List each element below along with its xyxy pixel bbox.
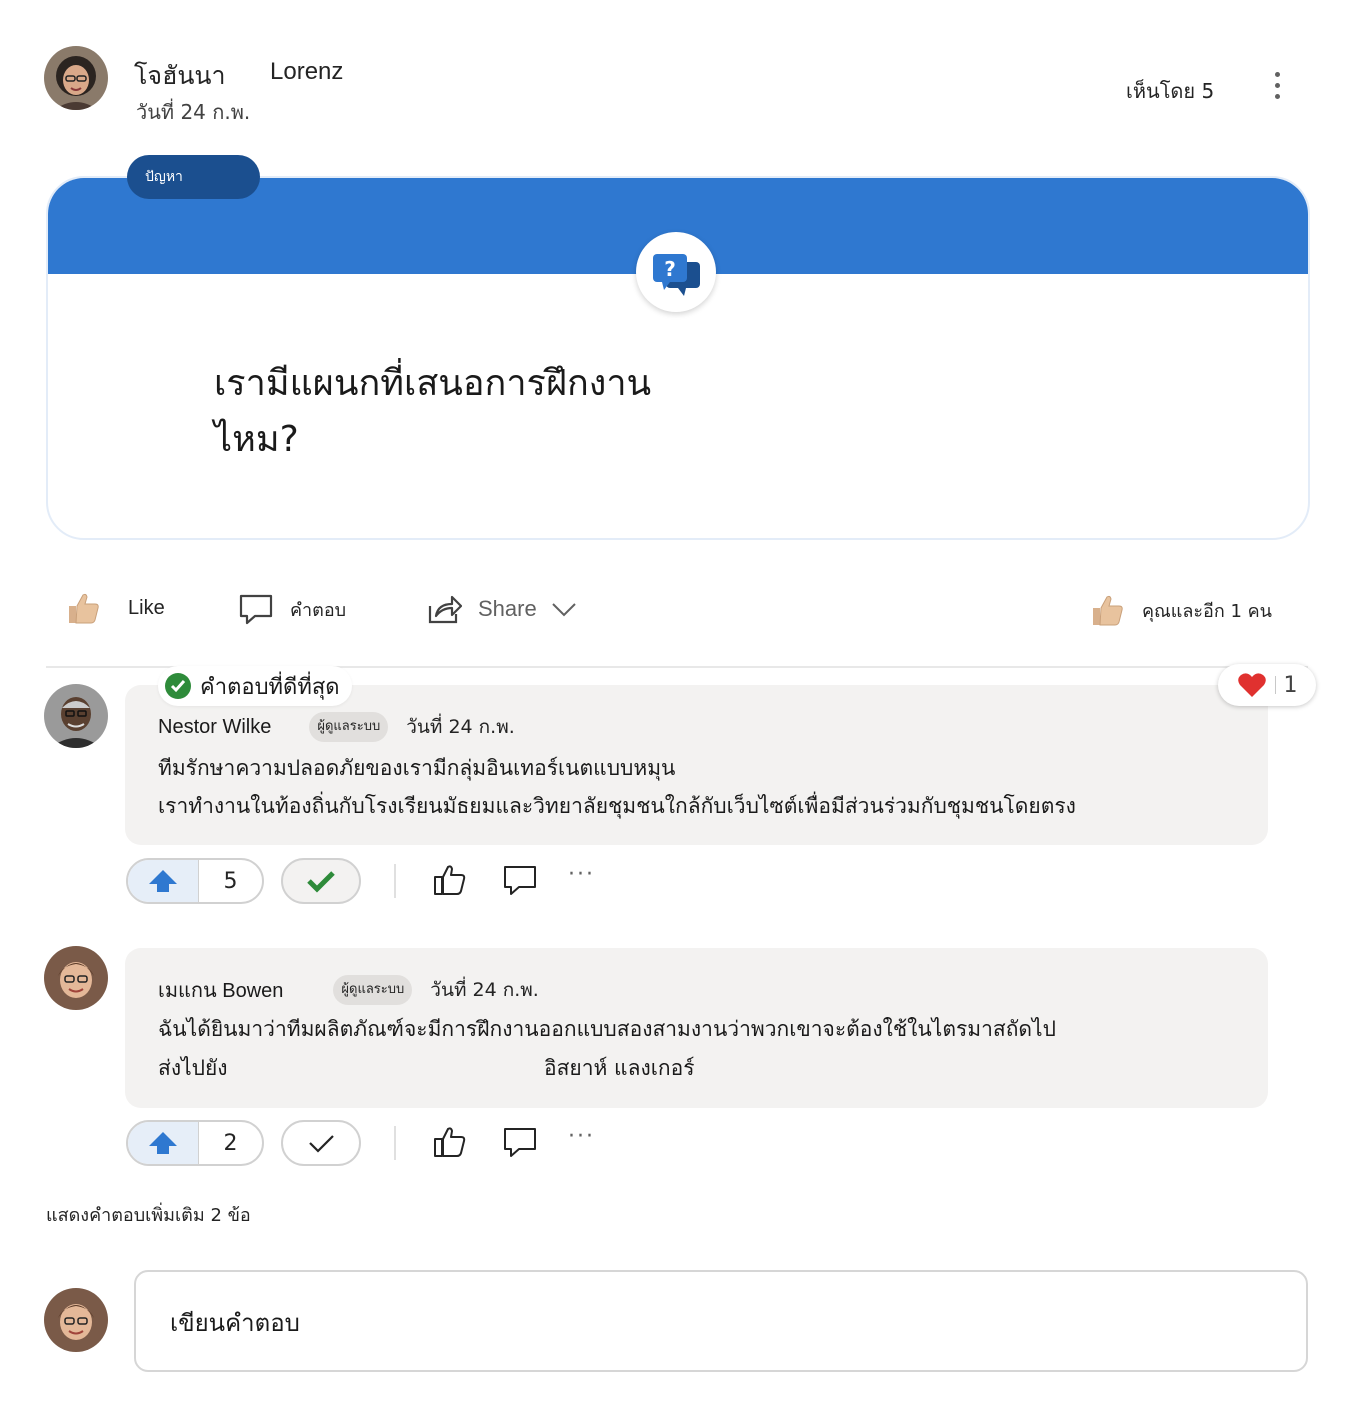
- commenter-avatar[interactable]: [44, 946, 108, 1010]
- question-chat-icon: ?: [636, 232, 716, 312]
- reply-comment-button[interactable]: [500, 1122, 540, 1162]
- heart-icon: [1237, 673, 1266, 697]
- share-label: Share: [478, 596, 537, 621]
- show-more-replies-link[interactable]: แสดงคำตอบเพิ่มเติม 2 ข้อ: [46, 1200, 251, 1229]
- comment-text-line: ทีมรักษาความปลอดภัยของเรามีกลุ่มอินเทอร์…: [158, 756, 676, 780]
- upvote-arrow-icon: [149, 870, 177, 892]
- comment-text-line: เราทำงานในท้องถิ่นกับโรงเรียนมัธยมและวิท…: [158, 794, 1076, 818]
- role-badge: ผู้ดูแลระบบ: [309, 712, 389, 742]
- thumbs-up-icon: [1093, 595, 1123, 626]
- reply-label: คำตอบ: [290, 599, 347, 621]
- thumbs-up-icon: [69, 593, 99, 624]
- svg-text:?: ?: [664, 257, 676, 281]
- separator: [394, 864, 396, 898]
- current-user-avatar: [44, 1288, 108, 1352]
- commenter-avatar[interactable]: [44, 684, 108, 748]
- comment-date: วันที่ 24 ก.พ.: [406, 716, 515, 738]
- separator: [394, 1126, 396, 1160]
- best-answer-badge: คำตอบที่ดีที่สุด: [158, 666, 352, 706]
- comment-date: วันที่ 24 ก.พ.: [430, 979, 539, 1001]
- reaction-pill[interactable]: 1: [1218, 664, 1316, 706]
- comment-text-line: ฉันได้ยินมาว่าทีมผลิตภัณฑ์จะมีการฝึกงานอ…: [158, 1017, 1056, 1041]
- question-title: เรามีแผนกที่เสนอการฝึกงานไหม?: [214, 363, 652, 460]
- best-answer-label: คำตอบที่ดีที่สุด: [200, 674, 340, 700]
- reaction-count: 1: [1283, 672, 1298, 698]
- vote-count: 5: [223, 868, 238, 894]
- vote-count: 2: [223, 1130, 238, 1156]
- reply-comment-button[interactable]: [500, 860, 540, 900]
- post-author-first-name[interactable]: โจฮันนา: [134, 56, 226, 96]
- comment-icon: [504, 866, 536, 895]
- like-comment-button[interactable]: [430, 1122, 470, 1162]
- like-label: Like: [128, 596, 165, 619]
- accept-answer-button[interactable]: [281, 858, 361, 904]
- accept-answer-button[interactable]: [281, 1120, 361, 1166]
- like-comment-button[interactable]: [430, 860, 470, 900]
- more-vertical-icon[interactable]: [1264, 68, 1290, 108]
- post-date: วันที่ 24 ก.พ.: [136, 100, 251, 124]
- comment-icon: [504, 1128, 536, 1157]
- checkmark-icon: [309, 1135, 334, 1153]
- post-type-tag: ปัญหา: [127, 155, 260, 199]
- mention-link[interactable]: อิสยาห์ แลงเกอร์: [544, 1052, 695, 1085]
- share-button[interactable]: Share: [426, 592, 577, 626]
- commenter-name[interactable]: Nestor Wilke: [158, 716, 271, 739]
- more-options-icon[interactable]: ···: [568, 862, 595, 887]
- reply-button[interactable]: คำตอบ: [238, 592, 346, 626]
- chevron-down-icon[interactable]: [551, 599, 577, 619]
- upvote-arrow-icon: [149, 1132, 177, 1154]
- thumbs-up-icon: [434, 1127, 466, 1157]
- upvote-button[interactable]: [128, 1122, 199, 1164]
- thumbs-up-icon: [434, 865, 466, 895]
- liked-summary-text: คุณและอีก 1 คน: [1142, 600, 1272, 622]
- upvote-button[interactable]: [128, 860, 199, 902]
- like-button[interactable]: Like: [66, 590, 165, 626]
- upvote-control: 5: [126, 858, 264, 904]
- author-avatar[interactable]: [44, 46, 108, 110]
- checkmark-icon: [307, 871, 335, 893]
- seen-by-count[interactable]: เห็นโดย 5: [1126, 75, 1214, 107]
- reply-input[interactable]: [168, 1302, 1272, 1344]
- commenter-name[interactable]: เมแกน Bowen: [158, 974, 283, 1006]
- comment-icon: [239, 594, 273, 625]
- comment-text-line: ส่งไปยัง: [158, 1056, 228, 1080]
- share-icon: [428, 595, 462, 624]
- post-author-last-name[interactable]: Lorenz: [270, 58, 343, 86]
- upvote-control: 2: [126, 1120, 264, 1166]
- more-options-icon[interactable]: ···: [568, 1124, 595, 1149]
- check-circle-icon: [165, 673, 191, 699]
- reply-box: [134, 1270, 1308, 1372]
- liked-summary[interactable]: คุณและอีก 1 คน: [1090, 592, 1272, 628]
- role-badge: ผู้ดูแลระบบ: [333, 975, 413, 1005]
